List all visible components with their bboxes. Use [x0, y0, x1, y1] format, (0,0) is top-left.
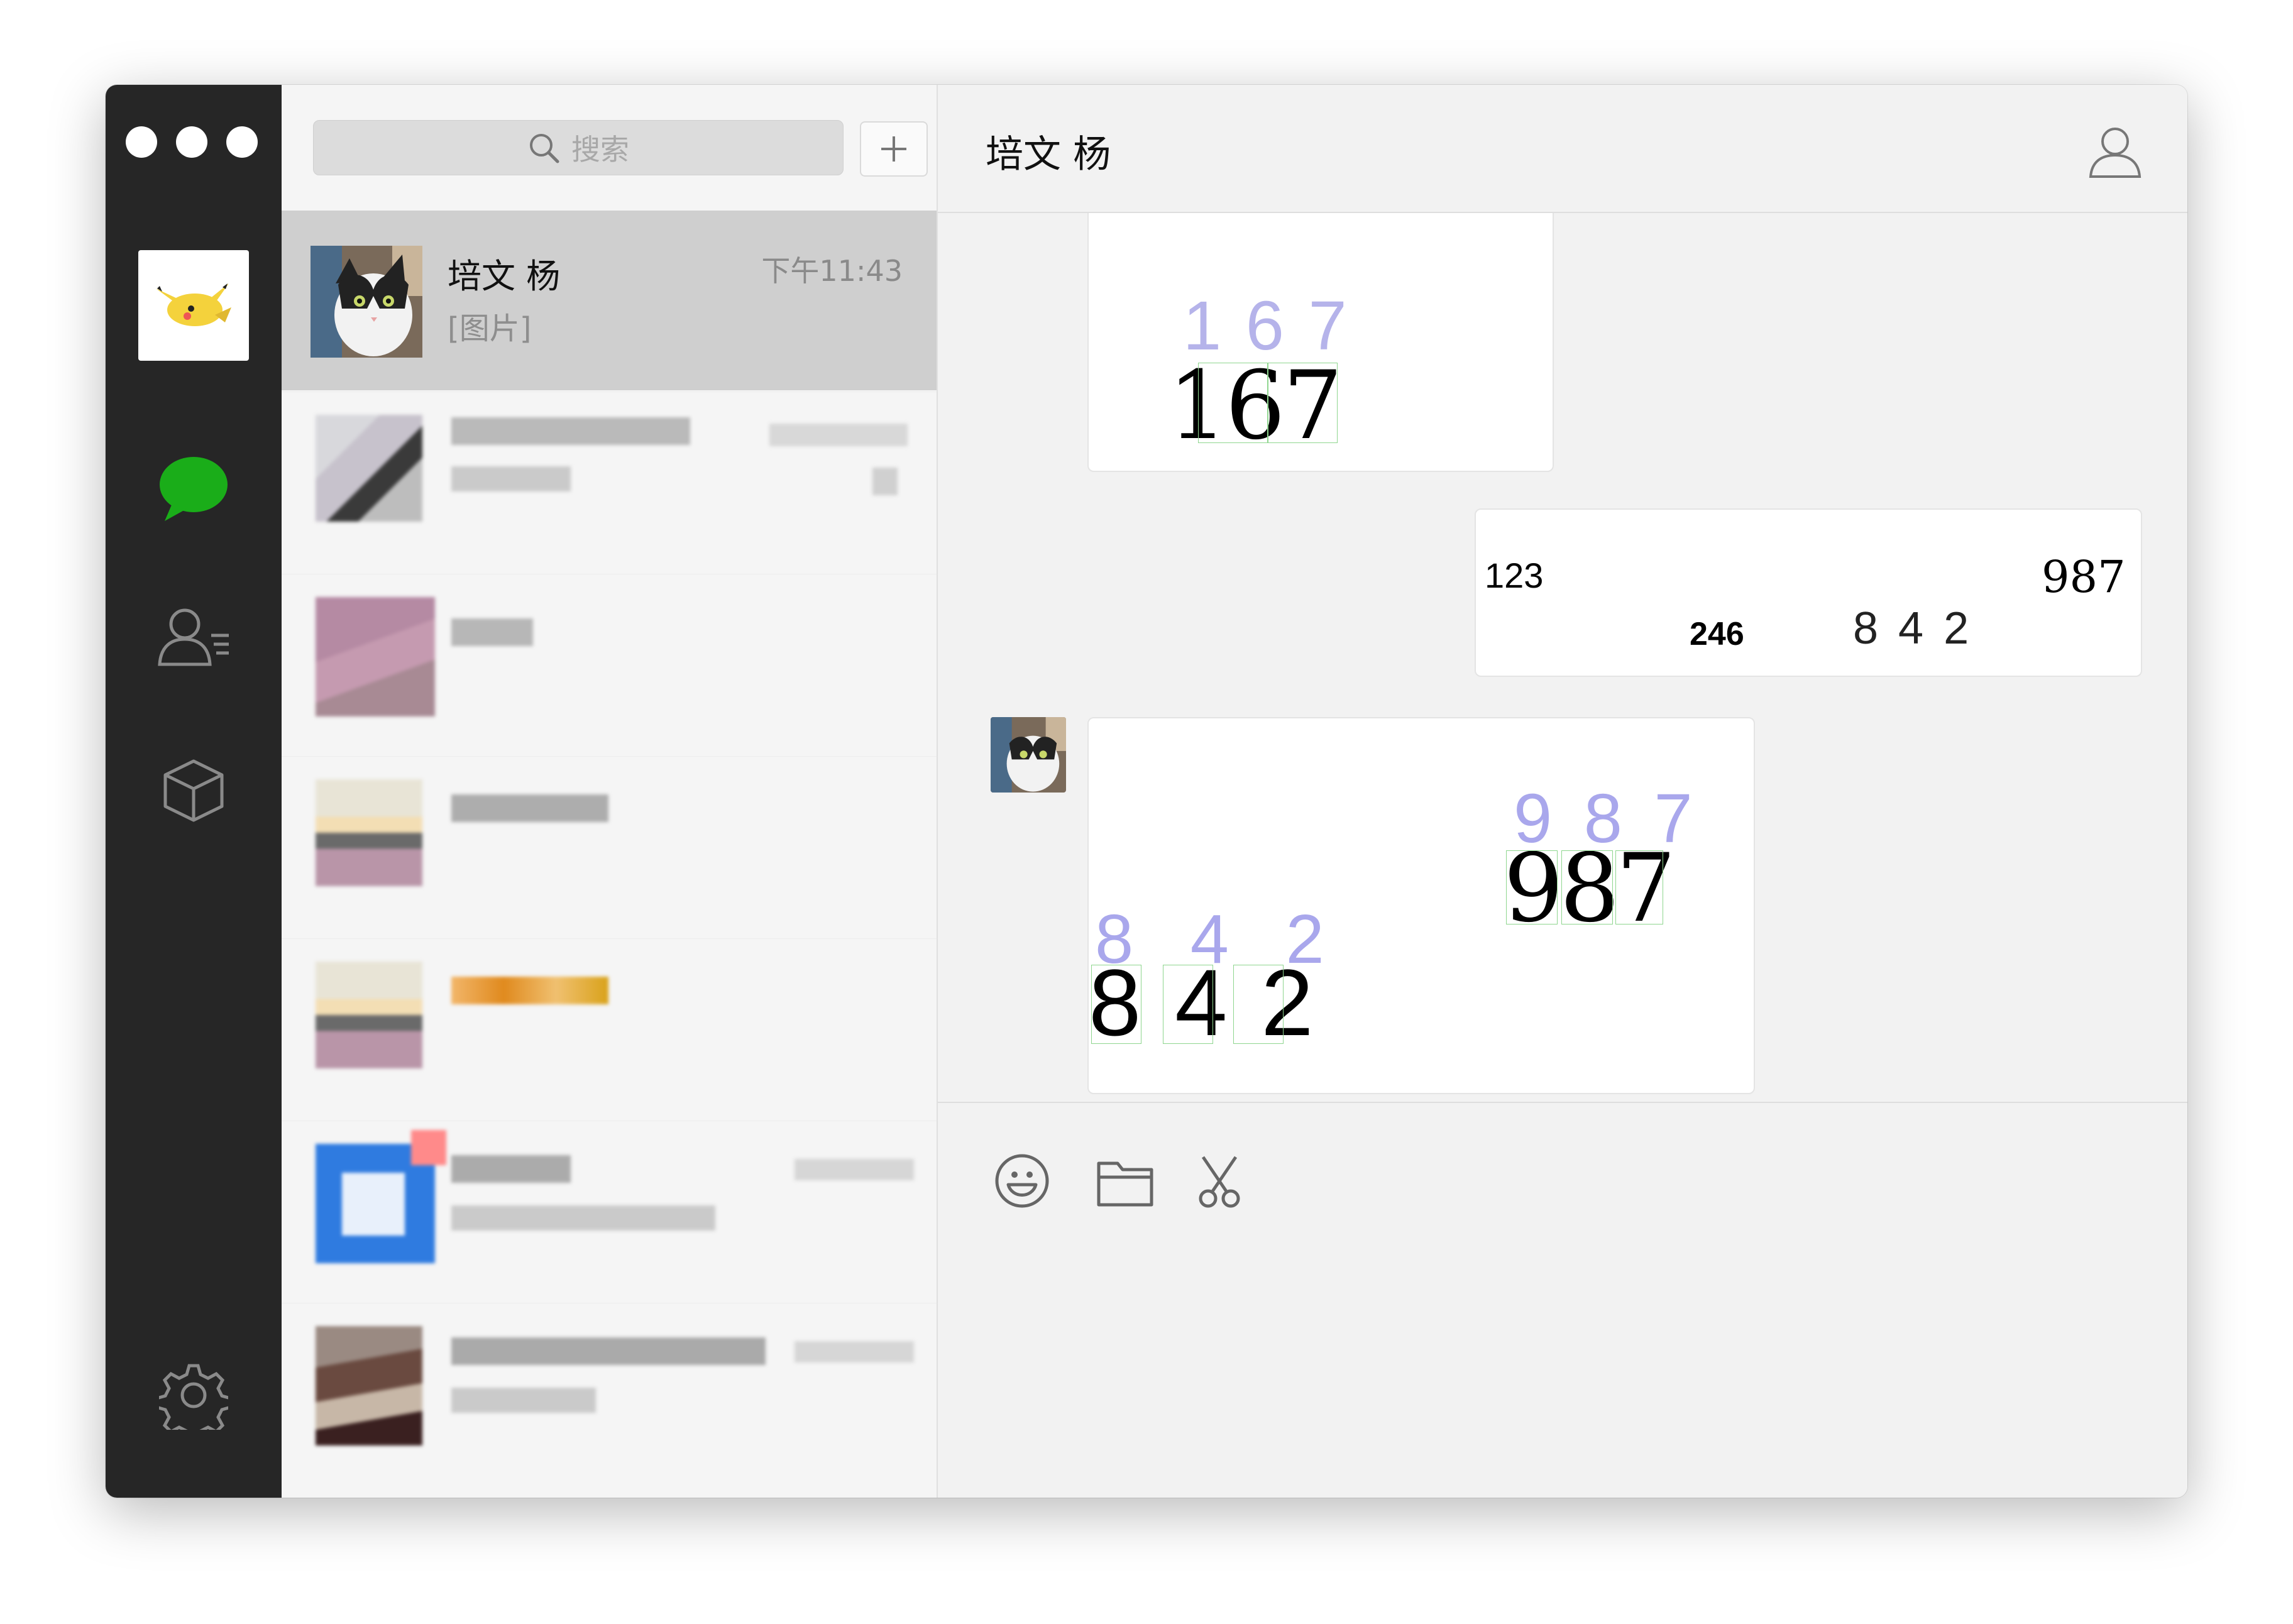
chats-tab[interactable] [106, 453, 282, 522]
folder-icon [1097, 1161, 1153, 1207]
chat-panel: 培文 杨 1 6 7 167 123 987 246 8 4 2 9 8 7 9… [938, 85, 2187, 1498]
settings-button[interactable] [106, 1361, 282, 1430]
cat-photo-icon [311, 246, 422, 358]
ocr-box [1561, 850, 1613, 924]
pikachu-avatar-icon [156, 283, 231, 326]
conversation-item[interactable] [282, 938, 937, 1119]
conversation-item[interactable] [282, 1121, 937, 1301]
contact-info-button[interactable] [2087, 123, 2143, 182]
redacted-conversation [304, 939, 914, 1119]
send-file-button[interactable] [1095, 1156, 1155, 1211]
redacted-conversation [304, 1121, 914, 1301]
ocr-box [1267, 363, 1338, 443]
settings-gear-icon [159, 1364, 228, 1430]
emoji-icon [995, 1154, 1049, 1208]
ocr-box [1163, 965, 1213, 1044]
conversation-name: 培文 杨 [448, 256, 561, 296]
redacted-conversation [304, 392, 914, 572]
my-avatar[interactable] [138, 250, 249, 361]
redacted-conversation [304, 757, 914, 936]
add-button[interactable] [860, 121, 928, 177]
chat-title: 培文 杨 [986, 133, 1111, 177]
plus-icon [881, 136, 906, 162]
cat-photo-icon [991, 717, 1066, 793]
wechat-window: 搜索 培文 杨 下午11:43 [图片] 培文 杨 1 6 7 167 123 … [106, 85, 2187, 1498]
screenshot-button[interactable] [1194, 1153, 1245, 1212]
conversation-time: 下午11:43 [761, 254, 903, 288]
redacted-conversation [304, 574, 914, 754]
image-number-text: 246 [1690, 616, 1744, 652]
search-icon [530, 134, 559, 163]
image-message[interactable]: 1 6 7 167 [1087, 213, 1554, 472]
ocr-box [1233, 965, 1284, 1044]
ocr-box [1615, 850, 1663, 924]
contacts-icon [158, 608, 229, 666]
conversation-item[interactable] [282, 392, 937, 572]
conversation-preview: [图片] [448, 311, 532, 346]
image-number-text: 8 4 2 [1853, 603, 1973, 654]
message-input-area[interactable] [938, 1102, 2187, 1498]
contact-message-avatar[interactable] [991, 717, 1066, 793]
conversation-item[interactable] [282, 1303, 937, 1483]
image-number-text: 123 [1485, 556, 1544, 595]
contact-avatar [311, 246, 422, 358]
conversation-list: 搜索 培文 杨 下午11:43 [图片] [282, 85, 938, 1498]
ocr-box [1506, 850, 1558, 924]
image-message[interactable]: 9 8 7 987 8 4 2 8 4 2 [1087, 717, 1755, 1094]
conversation-item[interactable] [282, 756, 937, 936]
image-number-text: 987 [2042, 551, 2126, 603]
chat-bubble-icon [160, 457, 228, 521]
chat-header: 培文 杨 [938, 85, 2187, 213]
image-message-sent[interactable]: 123 987 246 8 4 2 [1475, 508, 2142, 677]
person-icon [2089, 128, 2142, 178]
redacted-conversation [304, 1303, 914, 1483]
minimize-window-button[interactable] [176, 126, 207, 158]
ocr-box [1198, 363, 1268, 443]
close-window-button[interactable] [126, 126, 157, 158]
cube-icon [163, 759, 224, 822]
search-placeholder: 搜索 [571, 133, 629, 167]
emoji-button[interactable] [993, 1152, 1051, 1212]
conversation-item[interactable] [282, 574, 937, 754]
nav-rail [106, 85, 282, 1498]
contacts-tab[interactable] [106, 605, 282, 668]
conversation-item-active[interactable]: 培文 杨 下午11:43 [图片] [282, 211, 937, 390]
collections-tab[interactable] [106, 756, 282, 825]
scissors-icon [1199, 1156, 1240, 1208]
ocr-box [1091, 965, 1141, 1044]
zoom-window-button[interactable] [226, 126, 258, 158]
search-input[interactable]: 搜索 [313, 120, 844, 175]
